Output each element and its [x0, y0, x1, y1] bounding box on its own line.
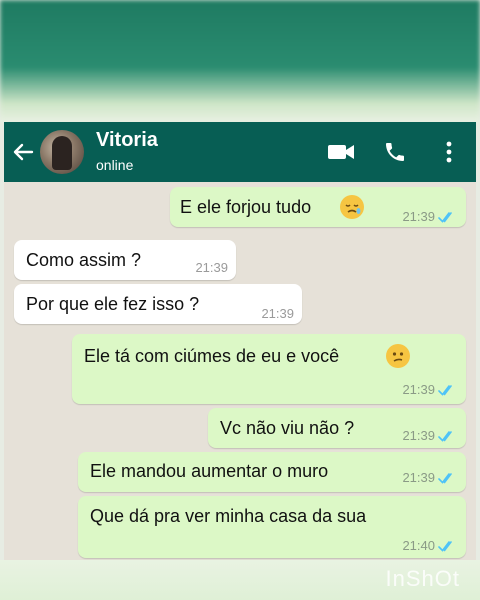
chat-area[interactable]: E ele forjou tudo 21:39 Como assim ? 21:… [4, 182, 476, 560]
message-meta: 21:39 [402, 428, 458, 443]
contact-status: online [96, 157, 134, 173]
message-bubble-outgoing[interactable]: E ele forjou tudo 21:39 [170, 187, 466, 227]
confused-face-icon [386, 344, 410, 368]
message-text: Ele mandou aumentar o muro [90, 461, 329, 481]
message-text: Vc não viu não ? [220, 418, 355, 438]
message-meta: 21:39 [195, 260, 228, 275]
message-text: Ele tá com ciúmes de eu e você [84, 346, 340, 366]
message-bubble-outgoing[interactable]: Ele tá com ciúmes de eu e você 21:39 [72, 334, 466, 404]
message-meta: 21:39 [261, 306, 294, 321]
message-meta: 21:39 [402, 470, 458, 485]
back-arrow-icon[interactable] [8, 122, 38, 182]
message-meta: 21:39 [402, 382, 458, 397]
message-time: 21:39 [195, 260, 228, 275]
watermark-text: InShOt [385, 566, 460, 591]
phone-call-icon[interactable] [368, 122, 422, 182]
message-time: 21:39 [402, 209, 435, 224]
contact-info[interactable]: Vitoria online [96, 129, 158, 175]
message-bubble-outgoing[interactable]: Que dá pra ver minha casa da sua 21:40 [78, 496, 466, 558]
message-time: 21:39 [402, 428, 435, 443]
message-time: 21:39 [402, 382, 435, 397]
message-bubble-incoming[interactable]: Por que ele fez isso ? 21:39 [14, 284, 302, 324]
read-ticks-icon [438, 211, 452, 223]
message-meta: 21:40 [402, 538, 458, 553]
read-ticks-icon [438, 384, 452, 396]
message-time: 21:39 [261, 306, 294, 321]
blurred-background-top [0, 0, 480, 122]
read-ticks-icon [438, 430, 452, 442]
message-bubble-incoming[interactable]: Como assim ? 21:39 [14, 240, 236, 280]
message-text: E ele forjou tudo [180, 197, 312, 217]
chat-header: Vitoria online [4, 122, 476, 182]
message-text: Que dá pra ver minha casa da sua [90, 506, 367, 526]
message-time: 21:39 [402, 470, 435, 485]
message-bubble-outgoing[interactable]: Ele mandou aumentar o muro 21:39 [78, 452, 466, 492]
message-meta: 21:39 [402, 209, 458, 224]
message-time: 21:40 [402, 538, 435, 553]
message-bubble-outgoing[interactable]: Vc não viu não ? 21:39 [208, 408, 466, 448]
message-text: Como assim ? [26, 250, 142, 270]
more-options-icon[interactable] [422, 122, 476, 182]
avatar[interactable] [40, 130, 84, 174]
sad-relieved-face-icon [340, 195, 364, 219]
contact-name: Vitoria [96, 129, 158, 151]
message-text: Por que ele fez isso ? [26, 294, 200, 314]
video-call-icon[interactable] [314, 122, 368, 182]
read-ticks-icon [438, 540, 452, 552]
read-ticks-icon [438, 472, 452, 484]
